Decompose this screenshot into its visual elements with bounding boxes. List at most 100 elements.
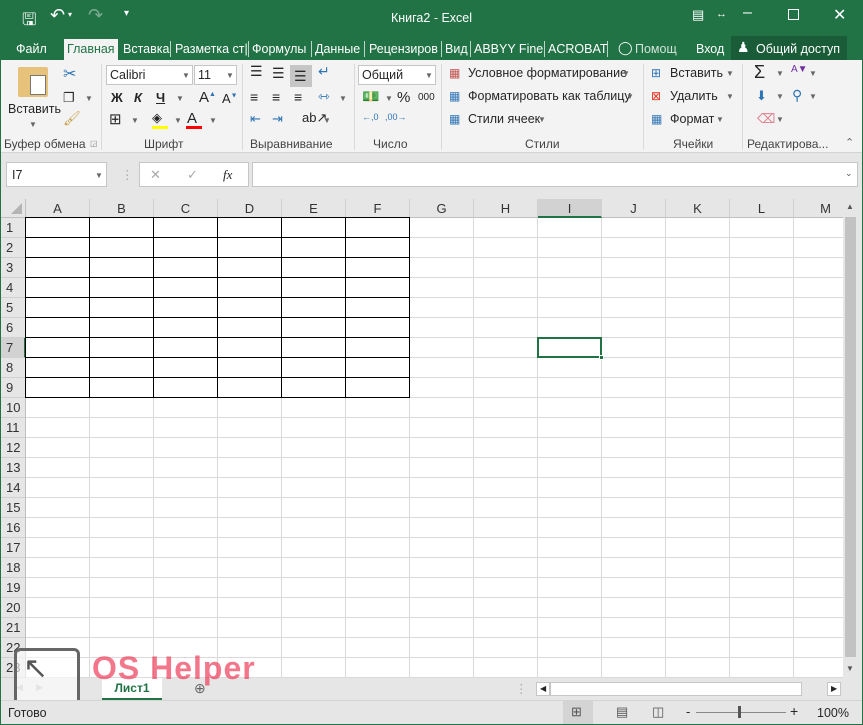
zoom-out-button[interactable]: - — [686, 704, 690, 719]
font-name-select[interactable]: Calibri ▼ — [106, 65, 193, 85]
row-header-13[interactable]: 13 — [1, 458, 26, 478]
bordered-cell[interactable] — [217, 277, 282, 298]
cell-styles-dropdown-icon[interactable]: ▼ — [538, 115, 546, 124]
bordered-cell[interactable] — [25, 237, 90, 258]
bordered-cell[interactable] — [89, 217, 154, 238]
bordered-cell[interactable] — [153, 217, 218, 238]
row-header-9[interactable]: 9 — [1, 378, 26, 398]
page-layout-view-icon[interactable]: ▤ — [616, 704, 628, 720]
format-cells-button[interactable]: Формат — [670, 112, 714, 126]
row-header-10[interactable]: 10 — [1, 398, 26, 418]
bordered-cell[interactable] — [25, 317, 90, 338]
bordered-cell[interactable] — [281, 297, 346, 318]
sort-filter-icon[interactable]: A▼ — [791, 64, 808, 75]
fill-dropdown-icon[interactable]: ▼ — [776, 92, 784, 101]
column-header-D[interactable]: D — [218, 199, 282, 218]
bordered-cell[interactable] — [217, 257, 282, 278]
bordered-cell[interactable] — [89, 377, 154, 398]
bordered-cell[interactable] — [345, 277, 410, 298]
bordered-cell[interactable] — [25, 357, 90, 378]
column-header-E[interactable]: E — [282, 199, 346, 218]
format-as-table-button[interactable]: Форматировать как таблицу — [468, 89, 631, 103]
bordered-cell[interactable] — [281, 377, 346, 398]
tab-page-layout[interactable]: Разметка ст| — [172, 39, 248, 60]
delete-cells-dropdown-icon[interactable]: ▼ — [726, 92, 734, 101]
bordered-cell[interactable] — [153, 257, 218, 278]
increase-font-size-icon[interactable]: A▲ — [199, 89, 216, 106]
bordered-cell[interactable] — [345, 237, 410, 258]
bordered-cell[interactable] — [217, 237, 282, 258]
row-header-8[interactable]: 8 — [1, 358, 26, 378]
italic-button[interactable]: К — [134, 90, 142, 105]
fill-icon[interactable]: ⬇ — [756, 88, 767, 104]
find-dropdown-icon[interactable]: ▼ — [809, 92, 817, 101]
currency-dropdown-icon[interactable]: ▼ — [385, 94, 393, 103]
row-header-1[interactable]: 1 — [1, 218, 26, 238]
column-header-C[interactable]: C — [154, 199, 218, 218]
row-header-14[interactable]: 14 — [1, 478, 26, 498]
bordered-cell[interactable] — [25, 277, 90, 298]
row-header-5[interactable]: 5 — [1, 298, 26, 318]
column-header-M[interactable]: M — [794, 199, 843, 218]
cut-icon[interactable]: ✂ — [63, 64, 76, 84]
bordered-cell[interactable] — [25, 257, 90, 278]
number-format-select[interactable]: Общий ▼ — [358, 65, 436, 85]
column-header-B[interactable]: B — [90, 199, 154, 218]
row-header-3[interactable]: 3 — [1, 258, 26, 278]
column-header-L[interactable]: L — [730, 199, 794, 218]
align-top-icon[interactable]: ☰ — [250, 63, 263, 80]
vertical-scrollbar[interactable]: ▲ ▼ — [843, 199, 858, 678]
bordered-cell[interactable] — [153, 377, 218, 398]
bordered-cell[interactable] — [281, 337, 346, 358]
font-size-select[interactable]: 11 ▼ — [194, 65, 237, 85]
split-handle-icon[interactable]: ⋮ — [515, 681, 528, 696]
decrease-font-size-icon[interactable]: A▼ — [222, 91, 238, 106]
row-header-7[interactable]: 7 — [1, 338, 26, 358]
tab-review[interactable]: Рецензиров — [366, 39, 438, 60]
tab-acrobat[interactable]: ACROBAT — [545, 39, 611, 60]
row-header-11[interactable]: 11 — [1, 418, 26, 438]
insert-function-icon[interactable]: fx — [223, 167, 232, 183]
bordered-cell[interactable] — [345, 357, 410, 378]
paste-button[interactable]: Вставить — [8, 102, 61, 116]
row-header-21[interactable]: 21 — [1, 618, 26, 638]
cancel-icon[interactable]: ✕ — [150, 167, 161, 183]
decrease-decimal-icon[interactable]: ,00→ — [385, 112, 407, 122]
copy-dropdown-icon[interactable]: ▼ — [85, 94, 93, 103]
zoom-slider-thumb[interactable] — [738, 706, 741, 718]
font-color-icon[interactable]: A — [187, 110, 197, 127]
tab-data[interactable]: Данные — [312, 39, 363, 60]
sign-in-link[interactable]: Вход — [693, 39, 727, 60]
bordered-cell[interactable] — [281, 357, 346, 378]
collapse-ribbon-icon[interactable]: ⌃ — [845, 136, 854, 149]
tab-formulas[interactable]: Формулы — [249, 39, 309, 60]
fill-color-dropdown-icon[interactable]: ▼ — [174, 116, 182, 125]
fill-handle[interactable] — [599, 355, 604, 360]
insert-cells-dropdown-icon[interactable]: ▼ — [726, 69, 734, 78]
bordered-cell[interactable] — [217, 357, 282, 378]
bordered-cell[interactable] — [89, 357, 154, 378]
row-header-19[interactable]: 19 — [1, 578, 26, 598]
enter-icon[interactable]: ✓ — [187, 167, 198, 183]
scroll-right-button[interactable]: ▶ — [827, 682, 841, 696]
row-header-12[interactable]: 12 — [1, 438, 26, 458]
conditional-formatting-dropdown-icon[interactable]: ▼ — [622, 69, 630, 78]
bordered-cell[interactable] — [281, 217, 346, 238]
name-box[interactable]: I7 ▼ — [6, 162, 107, 187]
bordered-cell[interactable] — [345, 217, 410, 238]
underline-button[interactable]: Ч — [156, 90, 165, 105]
formula-input[interactable]: ⌄ — [252, 162, 858, 187]
bordered-cell[interactable] — [89, 297, 154, 318]
bordered-cell[interactable] — [89, 337, 154, 358]
column-header-I[interactable]: I — [538, 199, 602, 218]
row-header-16[interactable]: 16 — [1, 518, 26, 538]
scroll-left-button[interactable]: ◀ — [536, 682, 550, 696]
clear-dropdown-icon[interactable]: ▼ — [776, 115, 784, 124]
bordered-cell[interactable] — [217, 377, 282, 398]
worksheet-grid[interactable]: A B C D E F G H I J K L M 1 2 3 4 5 6 7 8 9 10 11 12 13 14 15 16 17 18… — [1, 199, 843, 678]
bordered-cell[interactable] — [153, 317, 218, 338]
tab-abbyy[interactable]: ABBYY FineR — [471, 39, 543, 60]
column-header-F[interactable]: F — [346, 199, 410, 218]
minimize-button[interactable]: – — [743, 4, 752, 22]
underline-dropdown-icon[interactable]: ▼ — [176, 94, 184, 103]
